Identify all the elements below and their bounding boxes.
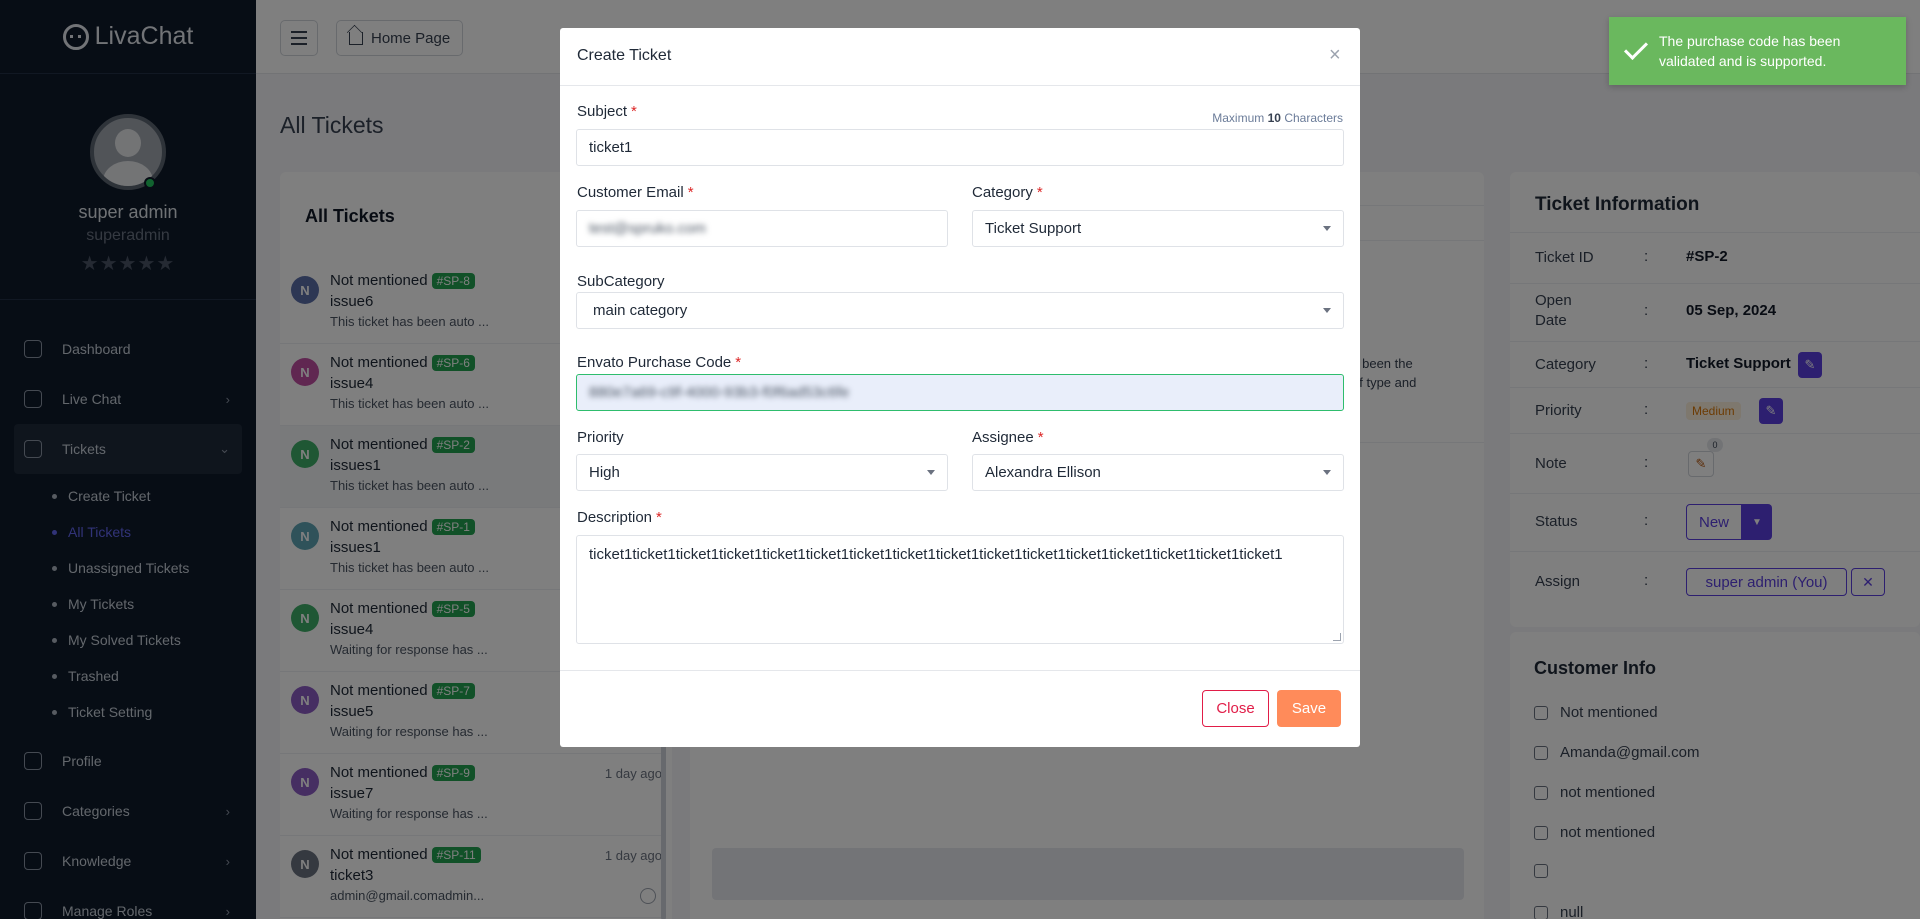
check-icon (1623, 35, 1649, 61)
customer-email-label: Customer Email * (577, 184, 694, 201)
close-icon[interactable]: × (1329, 44, 1341, 67)
resize-handle-icon[interactable] (1333, 633, 1341, 641)
required-mark: * (656, 509, 662, 526)
purchase-code-input[interactable]: 880e7a69-c9f-4000-93b3-f0f6ad53c6fe (576, 374, 1344, 411)
subject-label: Subject * (577, 103, 637, 120)
label-text: SubCategory (577, 273, 665, 290)
modal-footer (560, 670, 1360, 671)
select-value: Ticket Support (985, 220, 1082, 237)
description-label: Description * (577, 509, 662, 526)
category-select[interactable]: Ticket Support (972, 210, 1344, 247)
required-mark: * (1036, 184, 1043, 201)
required-mark: * (735, 354, 742, 371)
input-value: test@spruko.com (589, 220, 706, 237)
description-textarea[interactable]: ticket1ticket1ticket1ticket1ticket1ticke… (576, 535, 1344, 644)
input-value: ticket1 (589, 139, 633, 156)
customer-email-input[interactable]: test@spruko.com (576, 210, 948, 247)
hint-number: 10 (1267, 111, 1281, 125)
required-mark: * (631, 103, 637, 120)
close-button[interactable]: Close (1202, 690, 1269, 727)
save-button[interactable]: Save (1277, 690, 1341, 727)
required-mark: * (687, 184, 694, 201)
hint-text: Maximum (1212, 111, 1265, 125)
subject-input[interactable]: ticket1 (576, 129, 1344, 166)
chevron-down-icon (1323, 308, 1331, 313)
chevron-down-icon (927, 470, 935, 475)
select-value: Alexandra Ellison (985, 464, 1101, 481)
modal-header: Create Ticket × (560, 28, 1360, 86)
success-toast[interactable]: The purchase code has been validated and… (1609, 17, 1906, 85)
label-text: Description (577, 509, 653, 526)
label-text: Subject (577, 103, 628, 120)
assignee-select[interactable]: Alexandra Ellison (972, 454, 1344, 491)
label-text: Assignee (972, 429, 1034, 446)
chevron-down-icon (1323, 226, 1331, 231)
assignee-label: Assignee * (972, 429, 1044, 446)
label-text: Customer Email (577, 184, 684, 201)
create-ticket-modal: Create Ticket × Subject * Maximum 10 Char… (560, 28, 1360, 747)
label-text: Priority (577, 429, 624, 446)
subcategory-label: SubCategory (577, 273, 665, 290)
textarea-value: ticket1ticket1ticket1ticket1ticket1ticke… (589, 546, 1283, 563)
chevron-down-icon (1323, 470, 1331, 475)
hint-text: Characters (1284, 111, 1343, 125)
category-label: Category * (972, 184, 1043, 201)
input-value: 880e7a69-c9f-4000-93b3-f0f6ad53c6fe (589, 384, 850, 401)
label-text: Category (972, 184, 1033, 201)
purchase-code-label: Envato Purchase Code * (577, 354, 741, 371)
priority-label: Priority (577, 429, 624, 446)
priority-select[interactable]: High (576, 454, 948, 491)
modal-title: Create Ticket (577, 47, 672, 64)
select-value: High (589, 464, 620, 481)
toast-message: The purchase code has been validated and… (1659, 33, 1841, 69)
subcategory-select[interactable]: main category (576, 292, 1344, 329)
subject-hint: Maximum 10 Characters (1212, 111, 1343, 125)
required-mark: * (1037, 429, 1044, 446)
label-text: Envato Purchase Code (577, 354, 732, 371)
select-value: main category (593, 302, 688, 319)
